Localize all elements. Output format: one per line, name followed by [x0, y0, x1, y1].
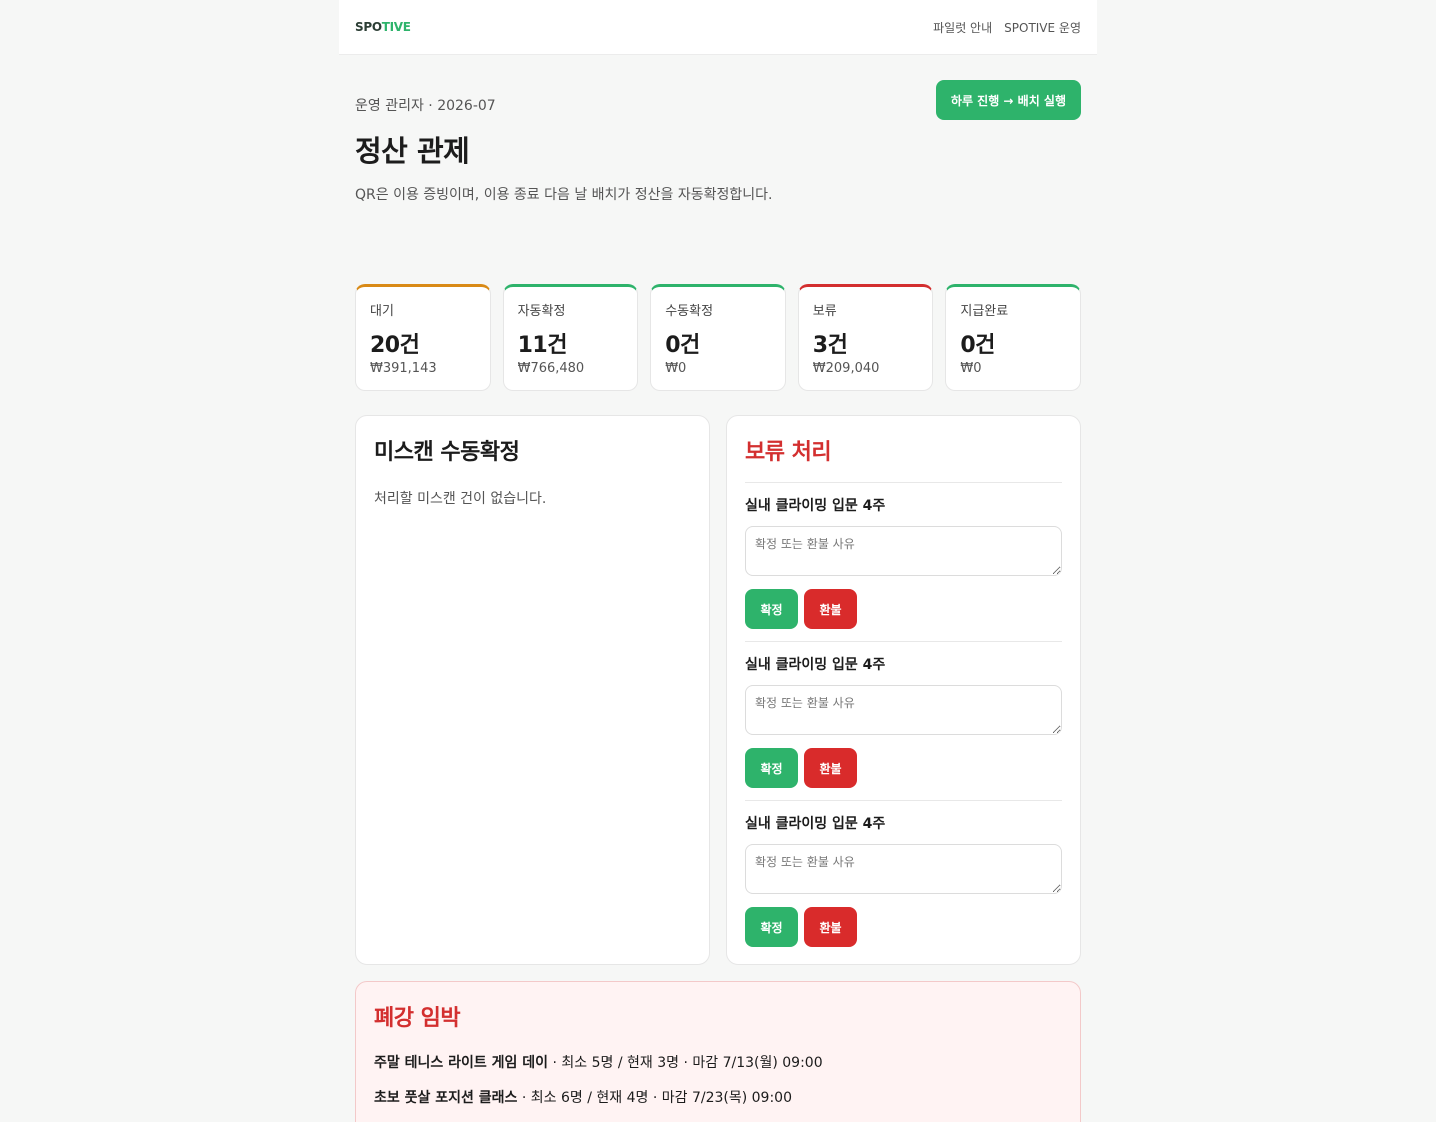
confirm-button[interactable]: 확정 [745, 589, 798, 629]
miscan-title: 미스캔 수동확정 [374, 440, 520, 465]
stat-label: 대기 [370, 304, 394, 319]
stat-card-auto-confirmed: 자동확정 11건 ₩766,480 [502, 284, 639, 391]
closing-item-detail: · 최소 6명 / 현재 4명 · 마감 7/23(목) 09:00 [517, 1090, 792, 1106]
hold-title: 보류 처리 [745, 440, 832, 465]
closing-item-name: 주말 테니스 라이트 게임 데이 [374, 1055, 549, 1071]
stat-amount: ₩0 [960, 361, 982, 376]
hold-item: 실내 클라이밍 입문 4주 확정 환불 [745, 800, 1062, 959]
stat-label: 자동확정 [517, 304, 566, 319]
nav-spotive-ops[interactable]: SPOTIVE 운영 [1004, 19, 1081, 36]
stat-count: 3건 [812, 333, 848, 358]
main-content: 운영 관리자 · 2026-07 정산 관제 QR은 이용 증빙이며, 이용 종… [339, 80, 1097, 1122]
closing-list: 주말 테니스 라이트 게임 데이 · 최소 5명 / 현재 3명 · 마감 7/… [374, 1046, 1062, 1116]
logo[interactable]: SPOTIVE [355, 20, 411, 34]
top-bar: SPOTIVE 파일럿 안내 SPOTIVE 운영 [339, 0, 1097, 55]
closing-item: 주말 테니스 라이트 게임 데이 · 최소 5명 / 현재 3명 · 마감 7/… [374, 1046, 1062, 1081]
logo-part-b: TIVE [381, 20, 411, 34]
miscan-panel: 미스캔 수동확정 처리할 미스캔 건이 없습니다. [355, 415, 710, 965]
stat-amount: ₩391,143 [370, 361, 437, 376]
stat-card-paid: 지급완료 0건 ₩0 [945, 284, 1081, 391]
refund-button[interactable]: 환불 [804, 907, 857, 947]
hold-actions: 확정 환불 [745, 589, 1062, 629]
confirm-button[interactable]: 확정 [745, 748, 798, 788]
stat-count: 20건 [370, 333, 420, 358]
confirm-button[interactable]: 확정 [745, 907, 798, 947]
hold-actions: 확정 환불 [745, 748, 1062, 788]
hold-item-title: 실내 클라이밍 입문 4주 [745, 657, 886, 673]
closing-item: 초보 풋살 포지션 클래스 · 최소 6명 / 현재 4명 · 마감 7/23(… [374, 1081, 1062, 1116]
stat-card-on-hold: 보류 3건 ₩209,040 [797, 284, 934, 391]
refund-button[interactable]: 환불 [804, 589, 857, 629]
hold-reason-input[interactable] [745, 526, 1062, 576]
stat-card-pending: 대기 20건 ₩391,143 [355, 284, 491, 391]
closing-item-name: 초보 풋살 포지션 클래스 [374, 1090, 518, 1106]
miscan-empty-text: 처리할 미스캔 건이 없습니다. [374, 491, 547, 507]
stat-label: 보류 [812, 304, 837, 319]
logo-part-a: SPO [355, 20, 382, 34]
hold-item-title: 실내 클라이밍 입문 4주 [745, 498, 886, 514]
page: SPOTIVE 파일럿 안내 SPOTIVE 운영 운영 관리자 · 2026-… [339, 0, 1097, 1122]
page-eyebrow: 운영 관리자 · 2026-07 [355, 98, 496, 114]
page-title: 정산 관제 [355, 134, 470, 168]
stat-amount: ₩0 [665, 361, 687, 376]
stat-amount: ₩766,480 [517, 361, 585, 376]
stat-count: 0건 [665, 333, 700, 358]
stat-card-manual-confirmed: 수동확정 0건 ₩0 [650, 284, 786, 391]
panels-row: 미스캔 수동확정 처리할 미스캔 건이 없습니다. 보류 처리 실내 클라이밍 … [355, 415, 1081, 965]
hold-panel: 보류 처리 실내 클라이밍 입문 4주 확정 환불 실내 클라이밍 입문 4주 [726, 415, 1081, 965]
page-description: QR은 이용 증빙이며, 이용 종료 다음 날 배치가 정산을 자동확정합니다. [355, 187, 773, 203]
hold-reason-input[interactable] [745, 685, 1062, 735]
hold-item-title: 실내 클라이밍 입문 4주 [745, 816, 886, 832]
stats-row: 대기 20건 ₩391,143 자동확정 11건 ₩766,480 수동확정 0… [355, 284, 1081, 391]
closing-soon-panel: 폐강 임박 주말 테니스 라이트 게임 데이 · 최소 5명 / 현재 3명 ·… [355, 981, 1081, 1122]
hold-reason-input[interactable] [745, 844, 1062, 894]
nav-pilot-guide[interactable]: 파일럿 안내 [933, 19, 992, 36]
closing-item-detail: · 최소 5명 / 현재 3명 · 마감 7/13(월) 09:00 [548, 1055, 823, 1071]
run-batch-button[interactable]: 하루 진행 → 배치 실행 [935, 80, 1081, 120]
top-nav: 파일럿 안내 SPOTIVE 운영 [933, 19, 1081, 36]
stat-label: 수동확정 [665, 304, 714, 319]
hold-item: 실내 클라이밍 입문 4주 확정 환불 [745, 641, 1062, 800]
page-header: 운영 관리자 · 2026-07 정산 관제 QR은 이용 증빙이며, 이용 종… [355, 80, 1081, 245]
stat-label: 지급완료 [960, 304, 1009, 319]
refund-button[interactable]: 환불 [804, 748, 857, 788]
stat-count: 0건 [960, 333, 995, 358]
stat-amount: ₩209,040 [812, 361, 880, 376]
hold-list: 실내 클라이밍 입문 4주 확정 환불 실내 클라이밍 입문 4주 확정 환불 [745, 482, 1062, 959]
closing-title: 폐강 임박 [374, 1006, 461, 1031]
hold-item: 실내 클라이밍 입문 4주 확정 환불 [745, 482, 1062, 641]
hold-actions: 확정 환불 [745, 907, 1062, 947]
stat-count: 11건 [517, 333, 568, 358]
